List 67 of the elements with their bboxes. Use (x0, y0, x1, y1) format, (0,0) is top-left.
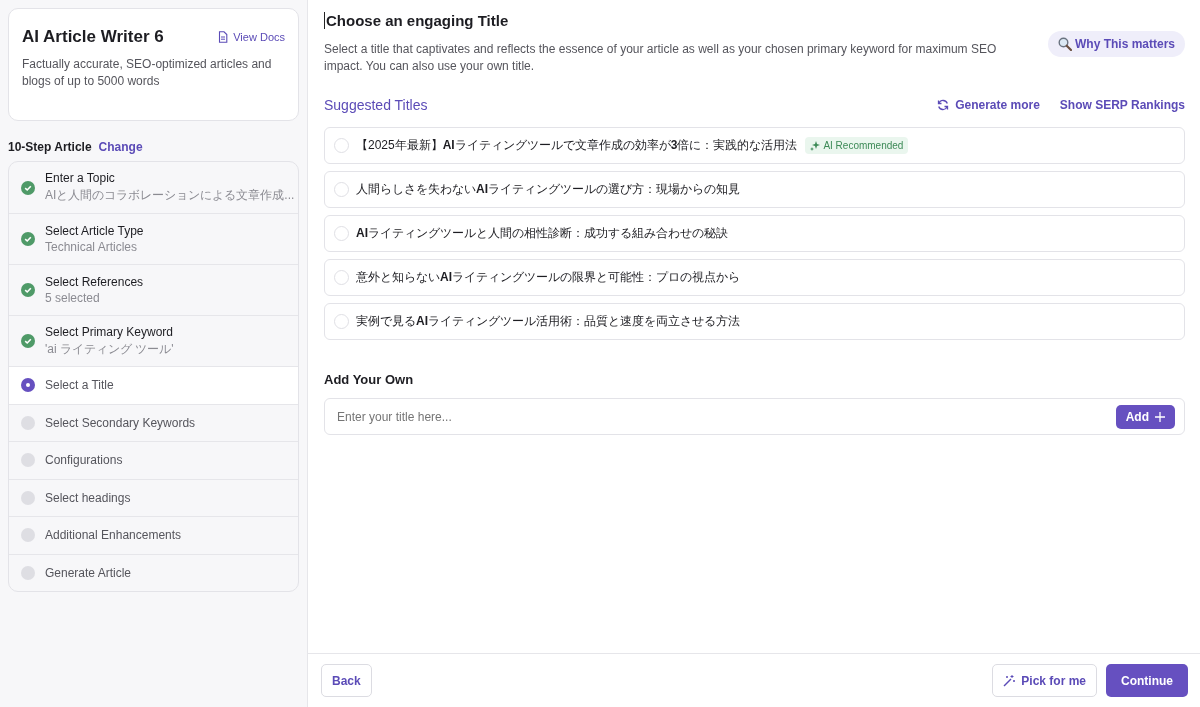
app-description: Factually accurate, SEO-optimized articles and blogs of up to 5000 words (22, 56, 273, 90)
title-text: 【2025年最新】AIライティングツールで文章作成の効率が3倍に：実践的な活用法 (356, 137, 798, 154)
step-item[interactable]: Select Article Type Technical Articles (9, 213, 298, 264)
step-label: Select a Title (45, 378, 114, 393)
title-text: 実例で見るAIライティングツール活用術：品質と速度を両立させる方法 (356, 313, 740, 330)
refresh-icon (937, 99, 950, 111)
step-label: Configurations (45, 453, 123, 468)
check-circle-icon (21, 232, 35, 246)
step-item[interactable]: Enter a Topic AIと人間のコラボレーションによる文章作成... (9, 162, 298, 213)
pending-step-icon (21, 528, 35, 543)
step-item[interactable]: Select a Title (9, 366, 298, 404)
title-text: 意外と知らないAIライティングツールの限界と可能性：プロの視点から (356, 269, 740, 286)
step-detail: 'ai ライティング ツール' (45, 340, 174, 358)
step-item[interactable]: Select Secondary Keywords (9, 403, 298, 441)
page-heading: Choose an engaging Title (324, 12, 1034, 29)
step-label: Enter a Topic (45, 171, 116, 185)
add-your-own-label: Add Your Own (324, 372, 415, 387)
title-option[interactable]: AIライティングツールと人間の相性診断：成功する組み合わせの秘訣 (324, 215, 1185, 252)
step-item[interactable]: Select headings (9, 478, 298, 516)
serp-rankings-button[interactable]: Show SERP Rankings (1059, 98, 1185, 112)
document-icon (218, 31, 229, 43)
continue-button[interactable]: Continue (1106, 664, 1188, 697)
pending-step-icon (21, 415, 35, 430)
plus-icon (1155, 411, 1165, 422)
magnifier-icon (1057, 37, 1072, 51)
title-option[interactable]: 意外と知らないAIライティングツールの限界と可能性：プロの視点から (324, 259, 1185, 296)
check-circle-icon (21, 283, 35, 297)
title-text: 人間らしさを失わないAIライティングツールの選び方：現場からの知見 (356, 181, 740, 198)
app-title: AI Article Writer 6 (22, 27, 164, 47)
pending-step-icon (21, 565, 35, 580)
back-button[interactable]: Back (321, 664, 372, 697)
step-label: Select Primary Keyword (45, 324, 174, 339)
view-docs-link[interactable]: View Docs (218, 31, 285, 43)
step-detail: 5 selected (45, 291, 101, 305)
step-item[interactable]: Configurations (9, 441, 298, 479)
check-circle-icon (21, 334, 35, 348)
pending-step-icon (21, 490, 35, 505)
sparkle-icon (810, 140, 821, 151)
step-label: Select Secondary Keywords (45, 415, 196, 430)
page-description: Select a title that captivates and reflects the essence of your article as well as your chosen primary keyword for maximum SEO impact. You can also use your own title. (324, 41, 998, 75)
step-label: Select References (45, 275, 144, 289)
current-step-icon (21, 378, 35, 393)
title-option[interactable]: 【2025年最新】AIライティングツールで文章作成の効率が3倍に：実践的な活用法 AI Recommended (324, 127, 1185, 164)
plan-label: 10-Step Article (8, 140, 92, 154)
ai-recommended-badge: AI Recommended (805, 137, 909, 154)
why-this-matters-button[interactable]: Why This matters (1047, 31, 1185, 57)
step-detail: Technical Articles (45, 240, 139, 254)
step-label: Additional Enhancements (45, 528, 182, 543)
step-label: Select Article Type (45, 224, 144, 238)
generate-more-button[interactable]: Generate more (937, 98, 1040, 112)
step-item[interactable]: Select References 5 selected (9, 264, 298, 315)
pick-for-me-button[interactable]: Pick for me (992, 664, 1097, 697)
step-label: Select headings (45, 490, 131, 505)
step-detail: AIと人間のコラボレーションによる文章作成... (45, 187, 295, 204)
title-input-field[interactable]: Enter your title here... Add (324, 398, 1185, 435)
suggested-titles-label: Suggested Titles (324, 97, 428, 113)
check-circle-icon (21, 180, 35, 195)
step-item[interactable]: Generate Article (9, 553, 298, 591)
pending-step-icon (21, 453, 35, 468)
step-label: Generate Article (45, 565, 132, 580)
step-item[interactable]: Additional Enhancements (9, 516, 298, 554)
change-link[interactable]: Change (98, 140, 143, 154)
magic-wand-icon (1003, 674, 1016, 687)
add-button[interactable]: Add (1115, 404, 1175, 429)
title-option[interactable]: 実例で見るAIライティングツール活用術：品質と速度を両立させる方法 (324, 303, 1185, 340)
title-text: AIライティングツールと人間の相性診断：成功する組み合わせの秘訣 (356, 225, 728, 242)
title-option[interactable]: 人間らしさを失わないAIライティングツールの選び方：現場からの知見 (324, 171, 1185, 208)
